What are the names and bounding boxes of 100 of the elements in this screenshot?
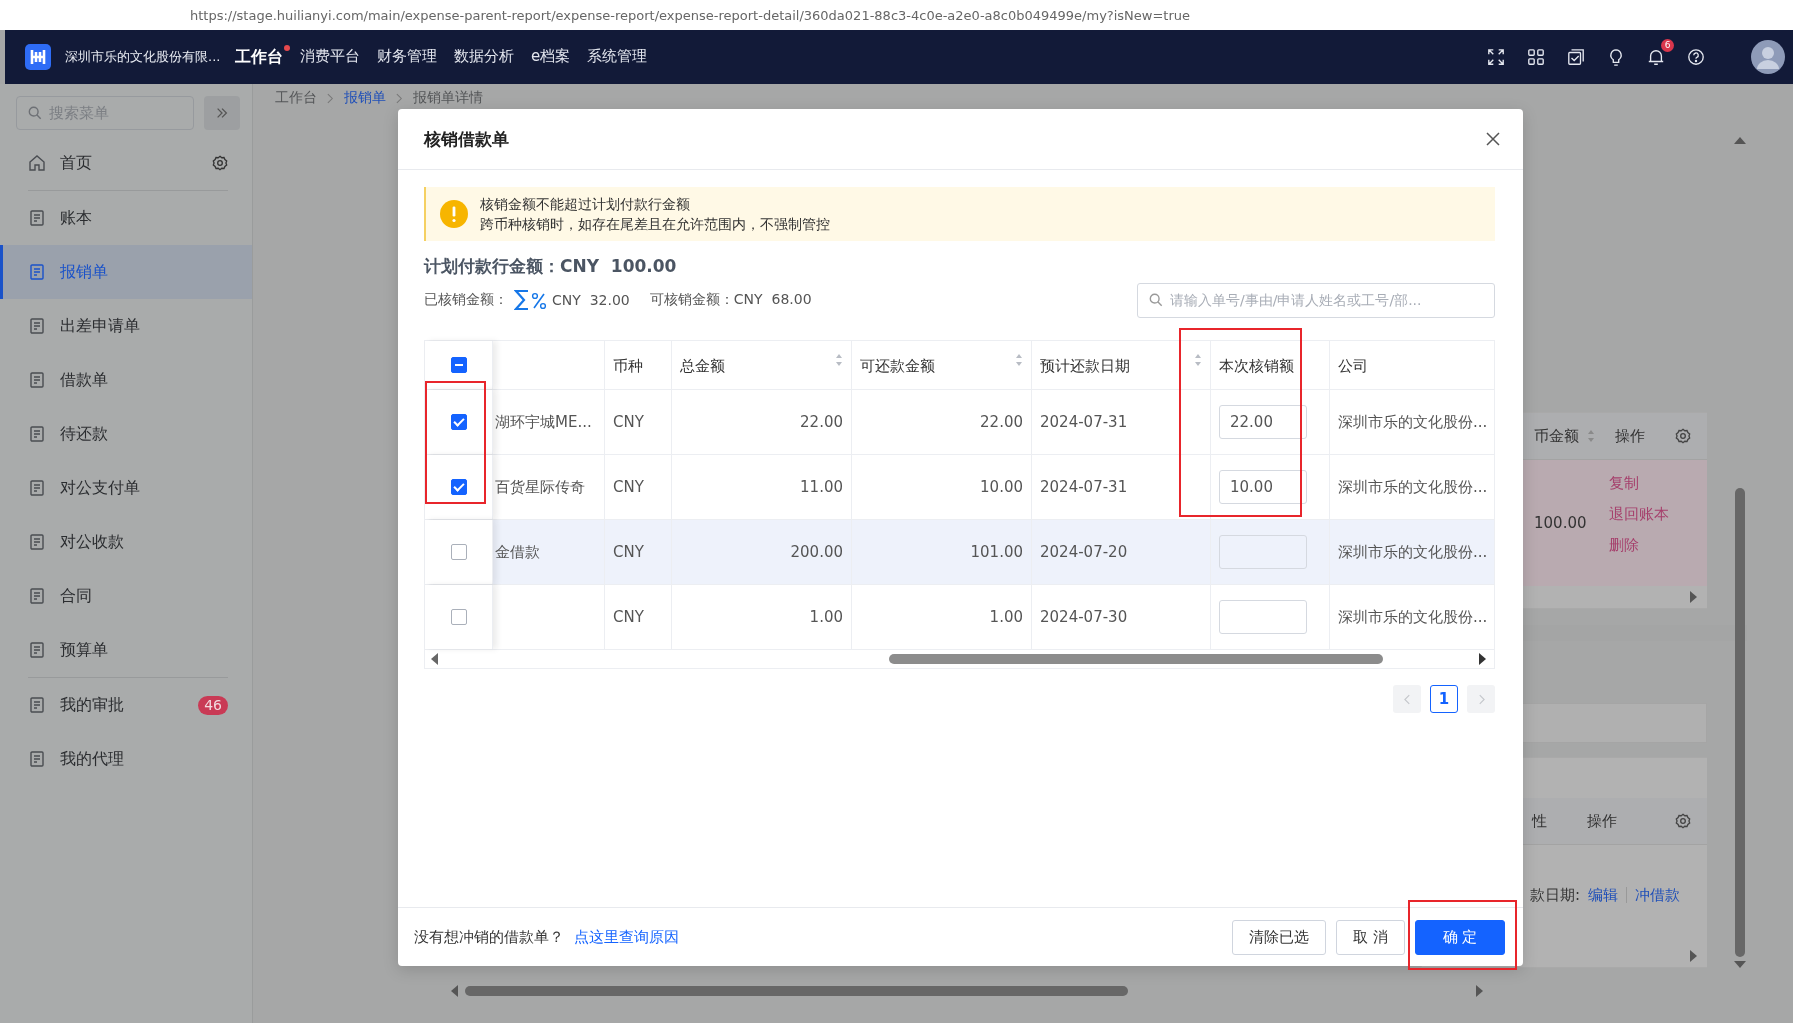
sidebar-item[interactable]: 对公收款 bbox=[0, 515, 252, 569]
sum-percent-icon[interactable] bbox=[514, 288, 548, 312]
table-cell: 2024-07-31 bbox=[1040, 413, 1128, 431]
sidebar-item[interactable]: 我的审批 46 bbox=[0, 678, 252, 732]
notification-badge: 6 bbox=[1661, 39, 1674, 52]
breadcrumb-item[interactable]: 报销单 bbox=[344, 89, 386, 107]
settings-icon[interactable] bbox=[212, 155, 228, 171]
row-checkbox[interactable] bbox=[450, 544, 467, 560]
sidebar-item[interactable]: 合同 bbox=[0, 569, 252, 623]
reason-link[interactable]: 点这里查询原因 bbox=[574, 927, 679, 947]
table-cell: 22.00 bbox=[980, 413, 1023, 431]
sidebar-item[interactable]: 对公支付单 bbox=[0, 461, 252, 515]
sidebar-item[interactable]: 出差申请单 bbox=[0, 299, 252, 353]
bell-icon[interactable] bbox=[1647, 48, 1665, 66]
written-off-label: 已核销金额： bbox=[424, 291, 508, 309]
amount-input[interactable]: 10.00 bbox=[1219, 470, 1307, 504]
sidebar-item[interactable]: 待还款 bbox=[0, 407, 252, 461]
column-header: 币金额 bbox=[1534, 426, 1579, 446]
document-icon bbox=[28, 263, 46, 281]
column-header: 性 bbox=[1532, 811, 1547, 831]
search-field[interactable]: 请输入单号/事由/申请人姓名或工号/部... bbox=[1137, 282, 1495, 318]
scroll-right-arrow-icon[interactable] bbox=[1478, 653, 1486, 665]
close-icon[interactable] bbox=[1485, 131, 1501, 147]
avatar[interactable] bbox=[1751, 40, 1785, 74]
checklist-icon[interactable] bbox=[1567, 48, 1585, 66]
lightbulb-icon[interactable] bbox=[1607, 48, 1625, 66]
dialog-title: 核销借款单 bbox=[424, 127, 509, 151]
sort-icon[interactable] bbox=[1015, 353, 1023, 367]
table-row[interactable]: CNY 1.00 1.00 2024-07-30 深圳市乐的文化股份... bbox=[425, 585, 1494, 650]
table-cell: 2024-07-20 bbox=[1040, 543, 1128, 561]
document-icon bbox=[28, 209, 46, 227]
help-icon[interactable] bbox=[1687, 48, 1705, 66]
row-checkbox[interactable] bbox=[450, 609, 467, 625]
sort-icon[interactable] bbox=[1194, 353, 1202, 367]
action-link[interactable]: 冲借款 bbox=[1635, 885, 1681, 905]
table-cell: 百货星际传奇 bbox=[495, 477, 585, 497]
settings-icon[interactable] bbox=[1675, 813, 1691, 829]
nav-tab[interactable]: 工作台 bbox=[235, 42, 283, 72]
settings-icon[interactable] bbox=[1675, 428, 1691, 444]
scroll-left-arrow-icon[interactable] bbox=[431, 653, 439, 665]
amount-input[interactable] bbox=[1219, 600, 1307, 634]
table-row[interactable]: 湖环宇城ME... CNY 22.00 22.00 2024-07-31 22.00 深圳市乐的文化股份... bbox=[425, 390, 1494, 455]
scroll-left-arrow-icon[interactable] bbox=[451, 985, 459, 997]
action-link[interactable]: 编辑 bbox=[1588, 885, 1619, 905]
table-row[interactable]: 金借款 CNY 200.00 101.00 2024-07-20 深圳市乐的文化股份... bbox=[425, 520, 1494, 585]
fullscreen-icon[interactable] bbox=[1487, 48, 1505, 66]
table-cell: 湖环宇城ME... bbox=[495, 412, 592, 432]
sort-icon[interactable] bbox=[835, 353, 843, 367]
nav-tab[interactable]: 数据分析 bbox=[454, 42, 514, 72]
dialog-button[interactable]: 清除已选 bbox=[1232, 919, 1327, 955]
warning-text: 跨币种核销时，如存在尾差且在允许范围内，不强制管控 bbox=[480, 215, 830, 234]
horizontal-scrollbar[interactable] bbox=[425, 650, 1494, 669]
nav-tab[interactable]: 系统管理 bbox=[587, 42, 648, 72]
column-header: 总金额 bbox=[680, 356, 725, 376]
confirm-button[interactable]: 确 定 bbox=[1415, 919, 1505, 955]
select-all-checkbox[interactable] bbox=[450, 357, 467, 373]
sidebar-item[interactable]: 借款单 bbox=[0, 353, 252, 407]
chevron-icon bbox=[327, 92, 334, 104]
column-header: 操作 bbox=[1615, 426, 1645, 446]
table-cell: 22.00 bbox=[800, 413, 843, 431]
table-cell: 深圳市乐的文化股份... bbox=[1338, 607, 1488, 627]
nav-tab[interactable]: 财务管理 bbox=[377, 42, 437, 72]
address-bar[interactable]: https://stage.huilianyi.com/main/expense-parent-report/expense-report/expense-report-detail/360da021-88c3-4c0e-a2e0-a8c0b049499e/my?isNew=true bbox=[0, 0, 1793, 30]
chevron-right-icon bbox=[1477, 693, 1485, 705]
hint-text: 没有想冲销的借款单？ bbox=[414, 927, 564, 947]
table-cell: CNY bbox=[613, 608, 644, 626]
document-icon bbox=[28, 317, 46, 335]
scroll-up-arrow-icon[interactable] bbox=[1734, 136, 1746, 144]
column-header: 币种 bbox=[613, 356, 643, 376]
column-header: 公司 bbox=[1338, 356, 1368, 376]
table-cell: CNY bbox=[613, 413, 644, 431]
warning-text: 核销金额不能超过计划付款行金额 bbox=[480, 195, 691, 214]
row-checkbox[interactable] bbox=[450, 414, 467, 430]
grid-icon[interactable] bbox=[1527, 48, 1545, 66]
available-amount: 可核销金额：CNY 68.00 bbox=[649, 291, 812, 309]
vertical-scrollbar[interactable] bbox=[1733, 136, 1747, 969]
column-header: 预计还款日期 bbox=[1040, 356, 1130, 376]
table-cell: CNY bbox=[613, 543, 644, 561]
table-cell: 2024-07-30 bbox=[1040, 608, 1128, 626]
warning-icon bbox=[440, 200, 468, 228]
sidebar-item[interactable]: 账本 bbox=[0, 191, 252, 245]
nav-tab[interactable]: e档案 bbox=[531, 42, 571, 72]
table-cell: 2024-07-31 bbox=[1040, 478, 1128, 496]
row-checkbox[interactable] bbox=[450, 479, 467, 495]
table-cell: 11.00 bbox=[800, 478, 843, 496]
sidebar-item[interactable]: 预算单 bbox=[0, 623, 252, 677]
nav-tab[interactable]: 消费平台 bbox=[300, 42, 360, 72]
sidebar-item[interactable]: 我的代理 bbox=[0, 732, 252, 786]
document-icon bbox=[28, 750, 46, 768]
sidebar-item[interactable]: 首页 bbox=[0, 136, 252, 190]
amount-input[interactable]: 22.00 bbox=[1219, 405, 1307, 439]
amount-input[interactable] bbox=[1219, 535, 1307, 569]
count-badge: 46 bbox=[198, 695, 228, 715]
scroll-down-arrow-icon[interactable] bbox=[1734, 961, 1746, 969]
document-icon bbox=[28, 641, 46, 659]
table-cell: 金借款 bbox=[495, 542, 540, 562]
page-button[interactable]: 1 bbox=[1430, 685, 1458, 713]
document-icon bbox=[28, 425, 46, 443]
document-icon bbox=[28, 371, 46, 389]
dialog-button[interactable]: 取 消 bbox=[1336, 919, 1405, 955]
